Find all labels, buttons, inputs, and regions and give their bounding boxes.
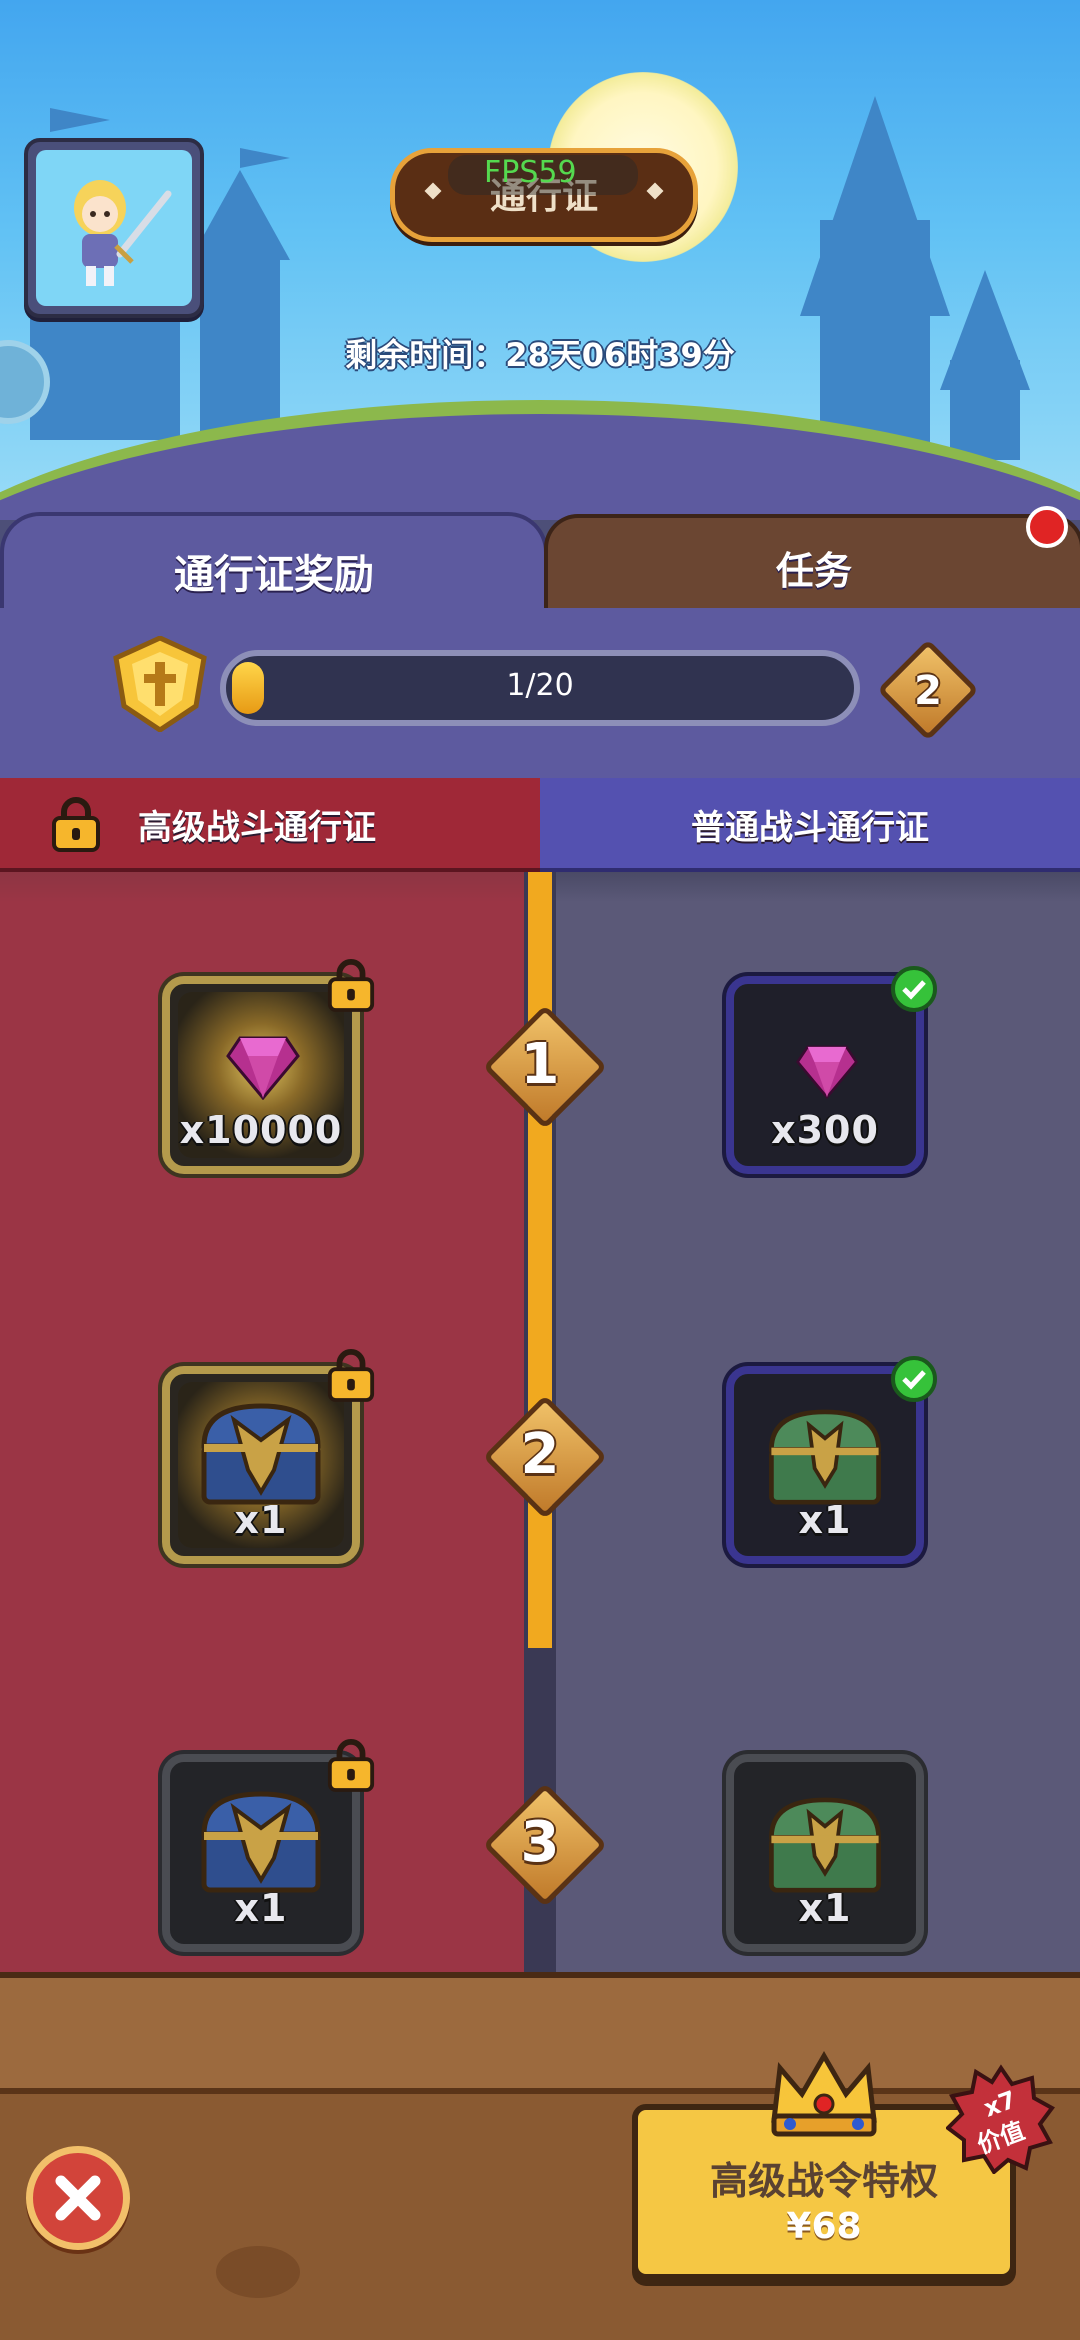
value-multiplier-badge: x7 价值	[946, 2064, 1055, 2174]
close-icon	[55, 2175, 101, 2221]
level-marker-1: 1	[480, 1002, 608, 1130]
reward-quantity: x10000	[179, 1108, 343, 1152]
next-level-number: 2	[914, 668, 942, 714]
gold-shield-icon	[113, 636, 207, 732]
reward-quantity: x1	[798, 1886, 852, 1930]
avatar-portrait	[36, 150, 192, 306]
castle-roof	[190, 170, 290, 260]
premium-pass-header: 高级战斗通行证	[0, 778, 540, 872]
castle-flag	[50, 108, 110, 132]
tab-tasks[interactable]: 任务	[544, 514, 1080, 618]
level-number: 2	[520, 1422, 560, 1487]
level-number: 3	[520, 1810, 560, 1875]
green-chest-icon	[769, 1797, 881, 1893]
knight-girl-icon	[74, 180, 172, 286]
reward-quantity: x300	[771, 1108, 879, 1152]
reward-quantity: x1	[234, 1498, 288, 1542]
close-button[interactable]	[26, 2146, 130, 2250]
level-marker-2: 2	[480, 1392, 608, 1520]
lock-icon	[327, 1739, 375, 1792]
normal-pass-header: 普通战斗通行证	[540, 778, 1080, 872]
next-level-badge: 2	[877, 639, 979, 741]
blue-chest-icon	[201, 1791, 321, 1893]
wood-rail	[0, 1972, 1080, 2094]
gem-icon	[226, 1036, 300, 1100]
reward-quantity: x1	[798, 1498, 852, 1542]
lock-icon	[327, 959, 375, 1012]
crown-icon	[771, 2051, 877, 2137]
remaining-time: 剩余时间：28天06时39分	[345, 336, 735, 374]
player-avatar[interactable]	[24, 138, 204, 318]
gem-icon	[796, 1045, 858, 1100]
normal-pass-label: 普通战斗通行证	[691, 808, 929, 848]
level-marker-3: 3	[480, 1780, 608, 1908]
castle-flag	[240, 148, 290, 168]
progress-text: 1/20	[506, 668, 574, 703]
normal-reward-3[interactable]: x1	[726, 1754, 924, 1952]
claimed-check-icon	[891, 966, 937, 1012]
green-chest-icon	[769, 1409, 881, 1505]
blue-chest-icon	[201, 1403, 321, 1505]
tab-label: 任务	[775, 549, 852, 593]
fps-counter: FPS59	[448, 155, 638, 195]
lock-icon	[52, 797, 100, 852]
level-number: 1	[520, 1032, 560, 1097]
notification-dot-icon	[1026, 506, 1068, 548]
buy-price: ¥68	[786, 2206, 862, 2247]
claimed-check-icon	[891, 1356, 937, 1402]
level-track-fill	[528, 872, 552, 1648]
lock-icon	[327, 1349, 375, 1402]
reward-quantity: x1	[234, 1886, 288, 1930]
level-progress-bar: 1/20	[220, 650, 860, 726]
tab-label: 通行证奖励	[174, 552, 374, 598]
tab-pass-rewards[interactable]: 通行证奖励	[0, 512, 548, 616]
wood-knot	[216, 2246, 300, 2298]
premium-pass-label: 高级战斗通行证	[138, 808, 376, 848]
fps-label: FPS59	[484, 155, 577, 190]
